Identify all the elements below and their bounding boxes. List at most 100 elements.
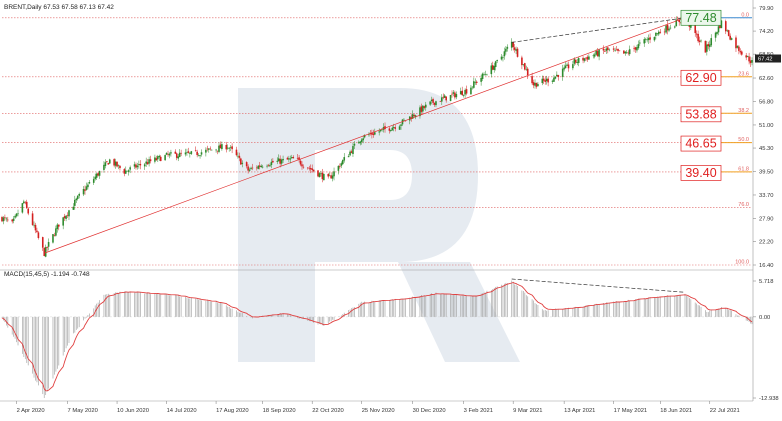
candle-body xyxy=(537,84,539,87)
candle-body xyxy=(541,78,544,84)
candle-body xyxy=(158,155,161,158)
candle-body xyxy=(577,58,580,63)
time-tick-label: 9 Mar 2021 xyxy=(513,408,542,414)
candle-body xyxy=(238,155,241,158)
candle-body xyxy=(465,89,468,94)
candle-body xyxy=(515,49,517,51)
candle-body xyxy=(199,155,201,157)
candle-body xyxy=(94,176,97,180)
candle-body xyxy=(403,119,405,121)
candle-body xyxy=(551,80,554,82)
candle-body xyxy=(746,55,749,57)
candle-body xyxy=(62,217,64,226)
candle-body xyxy=(7,219,9,221)
candle-body xyxy=(556,74,558,77)
candle-body xyxy=(317,170,319,177)
candle-body xyxy=(564,65,567,69)
candle-body xyxy=(219,144,222,149)
candle-body xyxy=(24,202,27,204)
candle-body xyxy=(593,54,596,57)
candle-body xyxy=(522,64,525,65)
candle-body xyxy=(333,171,335,177)
macd-signal-line xyxy=(1,282,753,392)
candle-body xyxy=(331,175,334,179)
candle-body xyxy=(586,56,589,60)
candle-body xyxy=(196,151,198,156)
candle-body xyxy=(544,80,547,82)
candle-body xyxy=(288,158,290,160)
candle-body xyxy=(392,127,395,128)
fibo-pct-label: 61.8 xyxy=(738,166,749,172)
candle-body xyxy=(572,64,574,69)
candle-body xyxy=(445,96,447,101)
candle-body xyxy=(218,145,220,152)
candle-body xyxy=(605,48,608,51)
fibo-pct-label: 50.0 xyxy=(738,137,749,143)
candle-body xyxy=(190,151,193,154)
candle-body xyxy=(146,162,149,165)
candle-body xyxy=(25,201,28,209)
candle-body xyxy=(602,48,605,51)
candle-body xyxy=(534,82,536,86)
candle-body xyxy=(429,101,431,105)
candle-body xyxy=(435,101,437,106)
candle-body xyxy=(573,59,576,64)
candle-body xyxy=(388,128,391,131)
candle-body xyxy=(612,48,615,50)
candle-body xyxy=(266,165,268,167)
time-tick-label: 3 Feb 2021 xyxy=(464,408,493,414)
candle-body xyxy=(318,173,321,178)
time-tick-label: 30 Dec 2020 xyxy=(413,408,446,414)
candle-body xyxy=(623,50,625,54)
candle-body xyxy=(148,159,150,164)
price-tick-label: 27.90 xyxy=(759,216,774,222)
candle-body xyxy=(374,132,376,135)
candle-body xyxy=(292,157,295,159)
candle-body xyxy=(633,48,635,49)
candle-body xyxy=(557,75,560,77)
candle-body xyxy=(491,65,494,70)
candle-body xyxy=(221,144,223,150)
candle-body xyxy=(123,169,126,174)
candle-body xyxy=(280,159,283,164)
candle-body xyxy=(129,167,131,170)
price-axis: 79.9074.2068.5062.6056.8051.0045.3039.50… xyxy=(753,6,781,269)
macd-divergence-line xyxy=(511,278,686,293)
candle-body xyxy=(327,174,330,177)
candle-body xyxy=(279,158,281,164)
candle-body xyxy=(135,164,137,168)
candle-body xyxy=(695,33,698,35)
candle-body xyxy=(449,94,452,102)
candle-body xyxy=(362,138,364,141)
candle-body xyxy=(330,175,332,179)
candle-body xyxy=(301,164,303,167)
candle-body xyxy=(277,158,280,162)
fibo-price-label: 62.90 xyxy=(685,71,716,85)
candle-body xyxy=(347,156,350,158)
candle-body xyxy=(175,153,178,158)
candle-body xyxy=(119,165,121,169)
candle-body xyxy=(503,51,506,57)
candle-body xyxy=(535,82,538,87)
candle-body xyxy=(566,64,568,66)
candle-body xyxy=(209,148,212,150)
candle-body xyxy=(15,213,18,217)
time-tick-label: 25 Nov 2020 xyxy=(362,408,395,414)
candle-body xyxy=(34,224,37,231)
candle-body xyxy=(241,162,244,164)
candle-body xyxy=(66,215,69,216)
candle-body xyxy=(521,57,523,66)
candle-body xyxy=(52,234,54,243)
candle-body xyxy=(592,55,595,57)
candle-body xyxy=(106,161,108,163)
candle-body xyxy=(117,164,120,166)
brent-daily-chart[interactable]: 79.9074.2068.5062.6056.8051.0045.3039.50… xyxy=(0,0,782,416)
candle-body xyxy=(165,152,168,155)
fibo-pct-label: 0.0 xyxy=(741,12,749,18)
candle-body xyxy=(639,42,641,44)
candle-body xyxy=(328,175,331,177)
candle-body xyxy=(644,39,647,40)
candle-body xyxy=(104,162,107,166)
candle-body xyxy=(618,50,621,52)
time-tick-label: 14 Jul 2020 xyxy=(167,408,197,414)
